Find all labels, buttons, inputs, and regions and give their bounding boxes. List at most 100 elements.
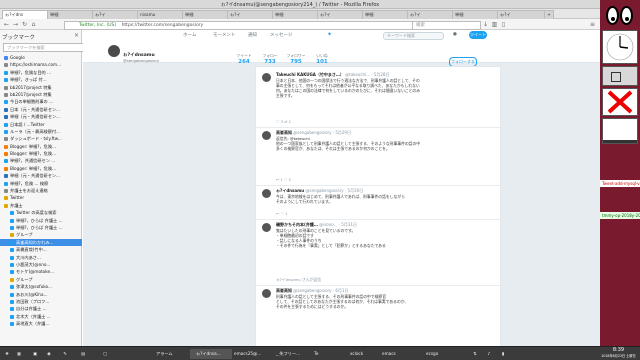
bookmark-item[interactable]: 自分は弁護士 ...	[0, 305, 82, 312]
bookmark-item[interactable]: Blogger: 単細?，危険...	[0, 150, 82, 157]
app-launcher-icon[interactable]: ▦	[14, 349, 24, 359]
mini-window-widget[interactable]	[602, 66, 638, 86]
bookmark-item[interactable]: 単細?，ひらば 弁護士 ...	[0, 217, 82, 224]
library-icon[interactable]: ▥	[491, 21, 498, 28]
forward-icon[interactable]: →	[12, 21, 19, 28]
bookmark-item[interactable]: 単細?，ひらば 弁護士 ...	[0, 224, 82, 231]
close-icon[interactable]: ×	[74, 32, 79, 39]
volume-icon[interactable]: ♪	[484, 349, 494, 359]
tweet-button[interactable]: ツイート	[469, 31, 487, 39]
bookmark-item[interactable]: ダッシュボード - tsly.ftw...	[0, 135, 82, 142]
bookmark-item[interactable]: 単細（元・共通信研セン...	[0, 172, 82, 179]
bookmark-item[interactable]: 単細?，共通信研セン ...	[0, 157, 82, 164]
bookmark-item[interactable]: 弁護士をお迎え連絡	[0, 187, 82, 194]
taskbar-item[interactable]: _ 失フリー...	[270, 349, 312, 359]
sidebar-icon[interactable]: ▯	[500, 21, 507, 28]
url-bar[interactable]: Twitter, Inc. (US) https://twitter.com/s…	[64, 21, 420, 30]
tweet-avatar[interactable]	[262, 131, 271, 140]
clock[interactable]: 8:39 2018年6月23日 土曜日	[597, 347, 640, 359]
home-icon[interactable]: ⌂	[30, 21, 37, 28]
start-menu-icon[interactable]: ❖	[2, 349, 12, 359]
taskbar-item[interactable]: Te	[308, 349, 338, 359]
workspace-icon[interactable]: ▢	[100, 349, 110, 359]
tweet[interactable]: Takeuchi KAKUGA（竹中まさ…） @takeuchi... · 5月…	[256, 69, 500, 128]
taskbar-item[interactable]: emacs	[376, 349, 412, 359]
tweet[interactable]: 高峯高知 @sengabengosiory · 6月1日 刑事弁護人の話として主張…	[256, 285, 500, 346]
tweet-actions[interactable]: ↩ 1 ♡ 2	[276, 177, 291, 182]
profile-icon[interactable]: ●	[453, 32, 457, 37]
bookmark-item[interactable]: モトケ(@motoke...	[0, 268, 82, 275]
bookmark-item[interactable]: ルーラ（元・最高検察付...	[0, 128, 82, 135]
bookmark-item[interactable]: あお川(@Kiha...	[0, 291, 82, 298]
taskbar-item[interactable]: emacs25@...	[228, 349, 274, 359]
tweet-actions[interactable]: ゎ?イdnsamu さんが返信	[276, 277, 321, 283]
bookmark-item[interactable]: 弁護士	[0, 202, 82, 209]
bookmark-item[interactable]: 日本語 / ...Twitter	[0, 121, 82, 128]
stat-following[interactable]: フォロー 733	[259, 53, 281, 65]
avatar[interactable]	[107, 44, 121, 58]
tweet-actions[interactable]: ↩ ♡ 1	[276, 211, 287, 216]
back-icon[interactable]: ←	[3, 21, 10, 28]
tweet-avatar[interactable]	[262, 289, 271, 298]
reload-icon[interactable]: ↻	[21, 21, 28, 28]
bookmark-item[interactable]: Blogger: 単細?，危険...	[0, 143, 82, 150]
bookmark-item[interactable]: 単細（元・共通信研セン...	[0, 113, 82, 120]
tweet[interactable]: 磯野かちそ内本(弁護… @isono... · 5月31日 鬼はたいしたの刑事のこ…	[256, 219, 500, 286]
tweet[interactable]: ゎ?イdnsamu @sengabengosiory · 5月30日 今は、東京地…	[256, 185, 500, 220]
bookmark-item[interactable]: Blogger: 単細?，危険...	[0, 165, 82, 172]
terminal-line[interactable]: Tweet-add-mysql-vxiq.#	[600, 180, 640, 187]
search-bar[interactable]: 検索	[412, 21, 481, 30]
nav-messages[interactable]: メッセージ	[270, 32, 292, 38]
bookmark-item[interactable]: 高峯高知わかれみ...	[0, 238, 82, 247]
tweet-avatar[interactable]	[262, 73, 271, 82]
editor-launcher-icon[interactable]: ✎	[60, 349, 70, 359]
xkill-widget[interactable]	[602, 88, 638, 116]
nav-home[interactable]: ホーム	[183, 32, 196, 38]
bookmark-item[interactable]: Google	[0, 54, 82, 61]
stat-likes[interactable]: いいね 101	[311, 53, 333, 65]
window-titlebar[interactable]: ゎ?イdnsamu(@sengabengosiory214_) / Twitte…	[0, 0, 600, 9]
bookmark-item[interactable]: Twitter	[0, 194, 82, 201]
tweet[interactable]: 高峯高知 @sengabengosiory · 5月29日 返信先: @takeu…	[256, 127, 500, 186]
file-launcher-icon[interactable]: ▤	[78, 349, 88, 359]
terminal-line[interactable]: tmmy-op-2018y-2018Y	[600, 212, 640, 219]
bookmark-search-input[interactable]: ブックマークを検索	[3, 43, 84, 52]
tweet-actions[interactable]: ♡ 3 ⇄ 1	[276, 119, 291, 124]
bookmark-item[interactable]: 単細?，危険な目的 ...	[0, 69, 82, 76]
bookmark-item[interactable]: bb2017/project 特集	[0, 91, 82, 98]
terminal-launcher-icon[interactable]: ▣	[30, 349, 40, 359]
taskbar-item[interactable]: ecsgo	[420, 349, 456, 359]
nav-notifications[interactable]: 通知	[248, 32, 257, 38]
menu-icon[interactable]: ≡	[589, 21, 596, 28]
bookmark-item[interactable]: 小鹿茂大(@nno...	[0, 261, 82, 268]
bookmark-item[interactable]: グループ	[0, 276, 82, 283]
browser-launcher-icon[interactable]: ◉	[44, 349, 54, 359]
bookmark-item[interactable]: 北木大（弁護士 ...	[0, 313, 82, 320]
sidebar-title[interactable]: ブックマーク	[2, 33, 35, 41]
bookmark-item[interactable]: Twitter の高度な検索	[0, 209, 82, 216]
bookmark-item[interactable]: 単細?，きっぱ 付...	[0, 76, 82, 83]
bookmark-item[interactable]: 今日の単細胞刑事の ...	[0, 98, 82, 105]
network-icon[interactable]: ⇅	[470, 349, 480, 359]
bookmark-item[interactable]: 池田敦（プロフ...	[0, 298, 82, 305]
bookmark-item[interactable]: グループ	[0, 231, 82, 238]
tweet-avatar[interactable]	[262, 223, 271, 232]
taskbar-item[interactable]: ゎ?イdnsa...	[190, 349, 232, 359]
bookmark-item[interactable]: 高地直大（弁護...	[0, 320, 82, 327]
twitter-bird-icon[interactable]: ✦	[327, 31, 332, 38]
bookmark-item[interactable]: bb2017/project 特集	[0, 84, 82, 91]
bookmark-item[interactable]: https://oshimama.com...	[0, 61, 82, 68]
nav-moments[interactable]: モーメント	[213, 32, 235, 38]
bookmark-item[interactable]: 大川内あさ...	[0, 254, 82, 261]
bookmark-item[interactable]: 日本（元・共通信研セン...	[0, 106, 82, 113]
download-icon[interactable]: ↓	[482, 21, 489, 28]
bookmark-item[interactable]: 単細?，危険 ... 検察	[0, 180, 82, 187]
taskbar-item[interactable]: xclock	[344, 349, 380, 359]
stat-followers[interactable]: フォロワー 795	[285, 53, 307, 65]
tweet-avatar[interactable]	[262, 189, 271, 198]
stat-tweets[interactable]: ツイート 264	[233, 53, 255, 65]
battery-icon[interactable]: ▮	[498, 349, 508, 359]
twitter-search-input[interactable]: キーワード検索	[383, 32, 444, 40]
bookmark-item[interactable]: 弥津太(@sofuko...	[0, 283, 82, 290]
bookmark-item[interactable]: 高橋直哉(竹中...	[0, 246, 82, 253]
